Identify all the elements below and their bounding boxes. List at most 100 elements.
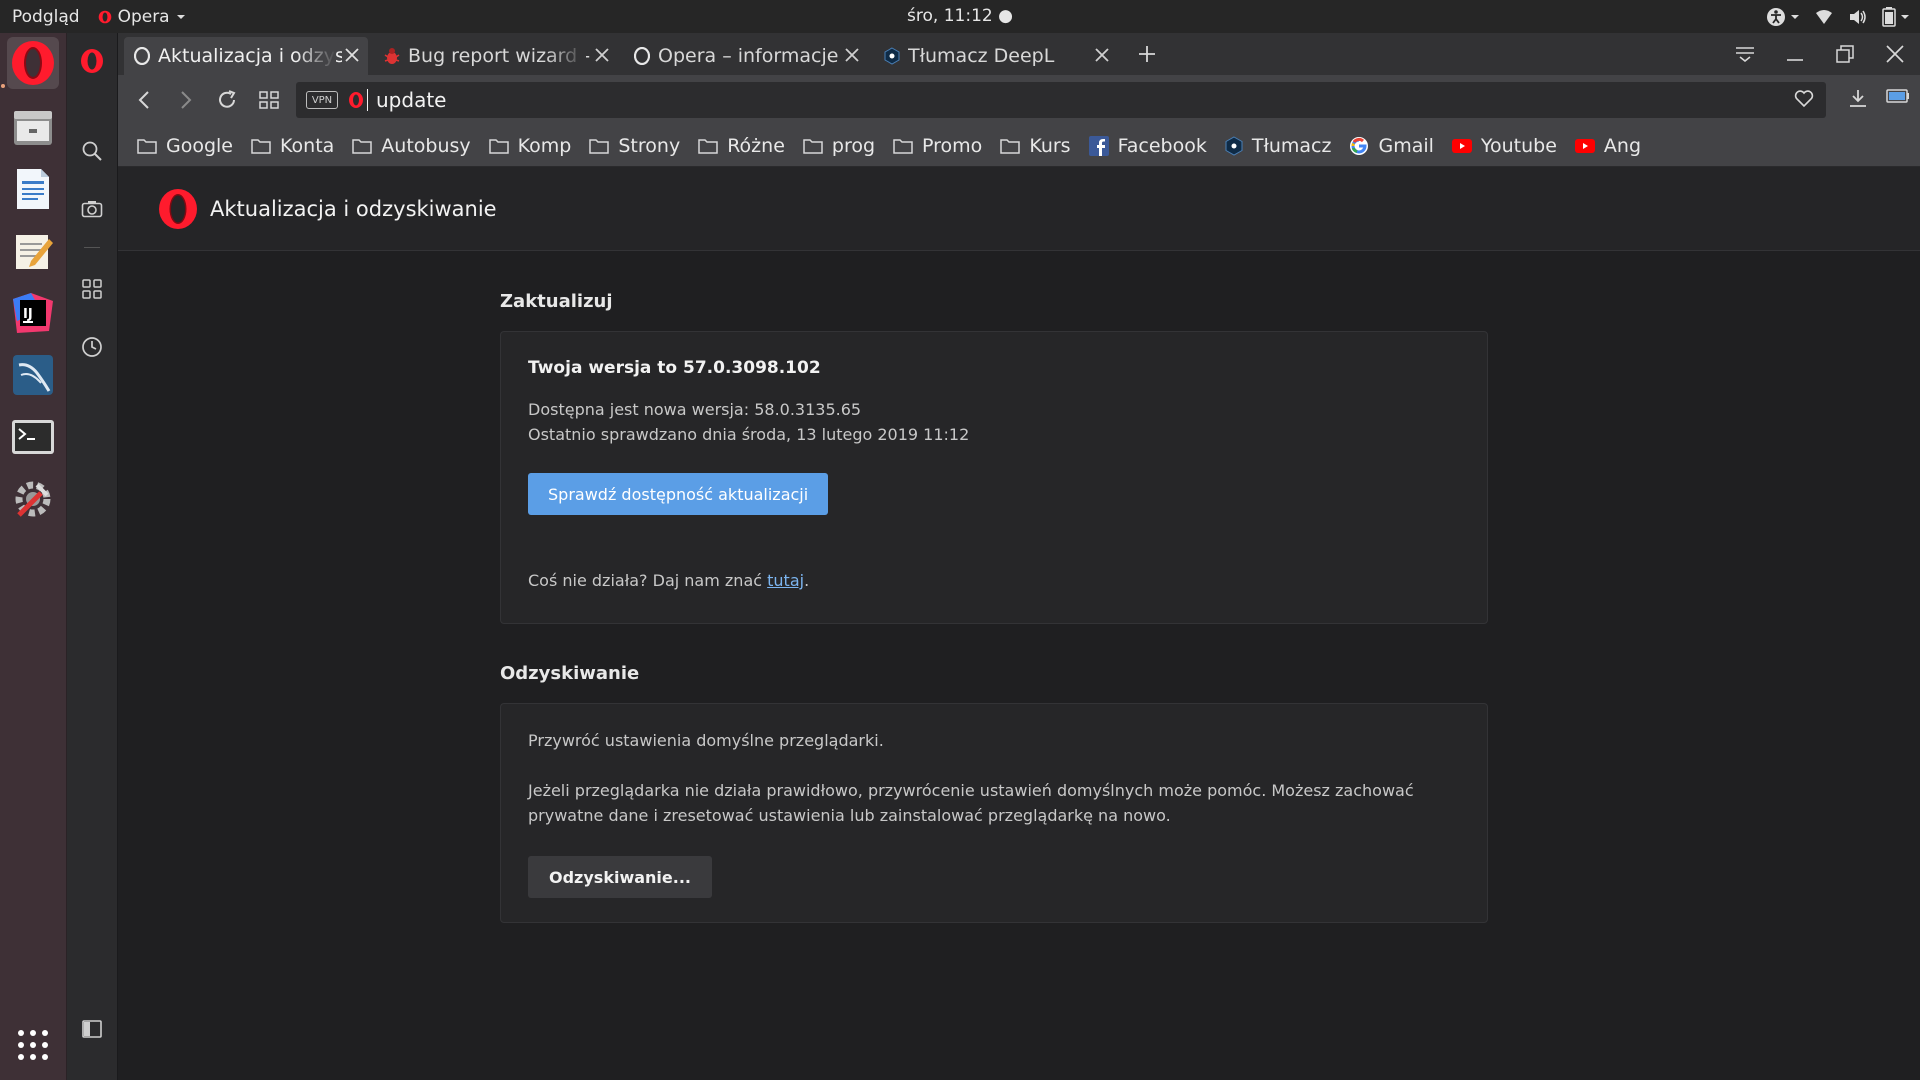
facebook-icon — [1088, 135, 1109, 156]
update-section-title: Zaktualizuj — [500, 291, 613, 312]
close-window-button[interactable] — [1870, 45, 1920, 63]
wifi-icon — [1816, 9, 1832, 24]
bookmark-google-folder[interactable]: Google — [137, 135, 233, 157]
bookmark-ang[interactable]: Ang — [1574, 134, 1642, 157]
folder-icon — [488, 138, 509, 154]
volume-icon — [1850, 9, 1866, 24]
heart-icon[interactable] — [1794, 90, 1814, 108]
bookmarks-bar: Google Konta Autobusy Komp Strony Różne … — [118, 125, 1920, 167]
toggle-sidebar-button[interactable] — [76, 1013, 108, 1045]
bookmark-label: Facebook — [1117, 134, 1207, 157]
bookmark-youtube[interactable]: Youtube — [1451, 135, 1557, 157]
bookmark-label: Ang — [1603, 134, 1642, 157]
battery-indicator[interactable] — [1882, 6, 1910, 27]
history-button[interactable] — [76, 331, 108, 363]
bookmark-strony-folder[interactable]: Strony — [589, 135, 680, 157]
clock-icon — [82, 337, 102, 357]
tab-title: Tłumacz DeepL — [908, 45, 1055, 67]
bookmark-label: Promo — [922, 134, 983, 157]
active-app-menu[interactable]: Opera — [98, 7, 186, 27]
bookmark-kurs-folder[interactable]: Kurs — [1000, 135, 1071, 157]
opera-favicon-icon — [134, 47, 150, 65]
bookmark-promo-folder[interactable]: Promo — [893, 135, 982, 157]
tab-opera-info[interactable]: Opera – informacje — [624, 37, 868, 75]
update-card: Twoja wersja to 57.0.3098.102 Dostępna j… — [500, 331, 1488, 624]
url-bar[interactable]: VPN update — [296, 82, 1826, 118]
opera-sidebar — [67, 33, 118, 1080]
opera-logo-icon — [159, 188, 197, 229]
reload-button[interactable] — [215, 88, 239, 112]
restore-defaults-text: Przywróć ustawienia domyślne przeglądark… — [528, 731, 884, 750]
grid-icon — [259, 91, 279, 109]
maximize-button[interactable] — [1820, 45, 1870, 63]
app-menu-label[interactable]: Podgląd — [12, 7, 80, 27]
search-button[interactable] — [76, 135, 108, 167]
check-updates-button[interactable]: Sprawdź dostępność aktualizacji — [528, 473, 829, 515]
wifi-indicator[interactable] — [1814, 8, 1834, 26]
battery-saver-button[interactable] — [1886, 88, 1910, 108]
unity-launcher: IJ — [0, 33, 67, 1080]
bookmark-rozne-folder[interactable]: Różne — [698, 135, 785, 157]
launcher-show-applications[interactable] — [7, 1019, 59, 1071]
close-icon — [1886, 45, 1904, 63]
document-writer-icon — [17, 169, 49, 209]
new-tab-button[interactable] — [1138, 45, 1156, 63]
clock[interactable]: śro, 11:12 — [907, 6, 993, 26]
bookmark-tlumacz[interactable]: Tłumacz — [1225, 135, 1331, 157]
battery-icon — [1886, 89, 1909, 103]
bookmark-prog-folder[interactable]: prog — [803, 135, 875, 157]
camera-icon — [81, 201, 103, 218]
launcher-intellij[interactable]: IJ — [7, 287, 59, 339]
bookmark-label: Strony — [618, 134, 681, 157]
bookmark-komp-folder[interactable]: Komp — [488, 135, 571, 157]
mysql-workbench-icon — [13, 355, 53, 395]
launcher-opera[interactable] — [7, 37, 59, 89]
tab-deepl[interactable]: Tłumacz DeepL — [874, 37, 1118, 75]
downloads-button[interactable] — [1848, 88, 1868, 108]
speed-dial-toolbar-button[interactable] — [257, 88, 281, 112]
problem-report-text: Coś nie działa? Daj nam znać tutaj. — [528, 571, 809, 590]
close-icon[interactable] — [1094, 47, 1110, 63]
bookmark-konta-folder[interactable]: Konta — [251, 135, 334, 157]
close-icon[interactable] — [844, 47, 860, 63]
launcher-text-editor[interactable] — [7, 225, 59, 277]
terminal-icon — [12, 420, 54, 454]
close-icon[interactable] — [344, 47, 360, 63]
bookmark-facebook[interactable]: Facebook — [1088, 134, 1207, 157]
minimize-button[interactable] — [1770, 45, 1820, 63]
snapshot-button[interactable] — [76, 193, 108, 225]
speed-dial-button[interactable] — [76, 273, 108, 305]
recovery-button[interactable]: Odzyskiwanie... — [528, 856, 712, 898]
vpn-badge[interactable]: VPN — [306, 91, 338, 109]
system-tools-icon — [15, 481, 51, 517]
current-version: Twoja wersja to 57.0.3098.102 — [528, 358, 821, 378]
volume-indicator[interactable] — [1848, 8, 1868, 26]
folder-icon — [698, 138, 718, 154]
opera-menu-button[interactable] — [76, 45, 108, 77]
reload-icon — [219, 90, 236, 108]
launcher-writer[interactable] — [7, 163, 59, 215]
url-input[interactable]: update — [376, 88, 446, 112]
bookmark-gmail[interactable]: Gmail — [1349, 135, 1434, 157]
youtube-icon — [1451, 138, 1472, 153]
tab-title: Opera – informacje — [658, 45, 839, 67]
tab-menu-button[interactable] — [1720, 46, 1770, 62]
google-icon — [1350, 136, 1369, 155]
chevron-down-icon — [1901, 14, 1909, 19]
accessibility-menu[interactable] — [1766, 7, 1800, 27]
close-icon[interactable] — [594, 47, 610, 63]
folder-icon — [803, 138, 823, 154]
search-icon — [82, 141, 102, 161]
opera-icon — [12, 41, 54, 85]
bookmark-autobusy-folder[interactable]: Autobusy — [352, 135, 471, 157]
tab-bug-report[interactable]: Bug report wizard - Opera — [374, 37, 618, 75]
forward-button[interactable] — [174, 88, 198, 112]
back-button[interactable] — [132, 88, 156, 112]
folder-icon — [137, 138, 157, 154]
launcher-files[interactable] — [7, 101, 59, 153]
report-here-link[interactable]: tutaj — [767, 571, 804, 590]
tab-update[interactable]: Aktualizacja i odzyskiwanie — [124, 37, 368, 75]
launcher-system-tools[interactable] — [7, 473, 59, 525]
launcher-terminal[interactable] — [7, 411, 59, 463]
launcher-mysql-workbench[interactable] — [7, 349, 59, 401]
